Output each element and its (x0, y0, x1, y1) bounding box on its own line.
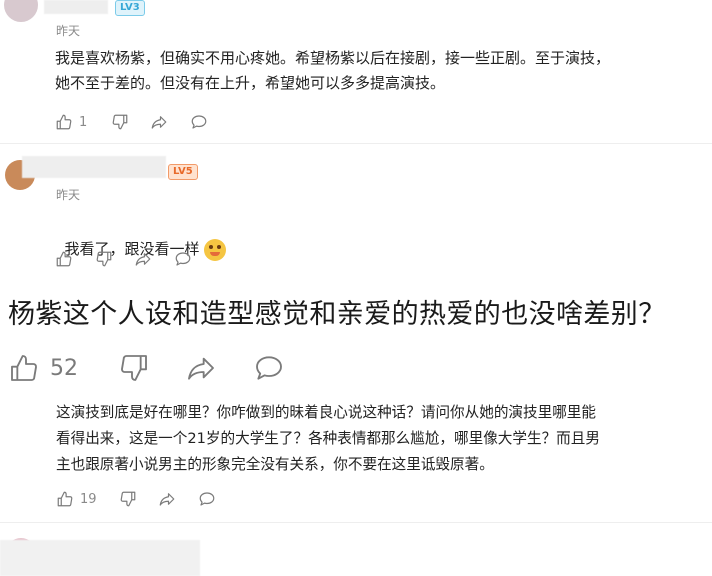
comment-icon[interactable] (252, 352, 286, 384)
like-button[interactable]: 19 (56, 490, 97, 508)
thumbs-up-icon (56, 114, 72, 130)
thumbs-down-icon[interactable] (111, 113, 129, 131)
reply-text: 这演技到底是好在哪里？你咋做到的昧着良心说这种话？请问你从她的演技里哪里能 看得… (56, 404, 600, 473)
thumbs-down-icon[interactable] (119, 490, 137, 508)
share-icon[interactable] (133, 250, 153, 268)
comment-actions (55, 250, 193, 268)
headline-actions: 52 (8, 352, 286, 384)
share-icon[interactable] (149, 113, 169, 131)
timestamp: 昨天 (56, 188, 81, 202)
avatar[interactable] (4, 0, 38, 22)
comment-icon[interactable] (189, 113, 209, 131)
comment-text: 我是喜欢杨紫，但确实不用心疼她。希望杨紫以后在接剧，接一些正剧。至于演技， 她不… (55, 49, 611, 92)
comment-icon[interactable] (173, 250, 193, 268)
like-button[interactable]: 1 (55, 113, 87, 131)
laughing-emoji (203, 238, 226, 261)
thumbs-down-icon[interactable] (95, 250, 113, 268)
post-headline: 杨紫这个人设和造型感觉和亲爱的热爱的也没啥差别？ (8, 299, 666, 330)
timestamp: 昨天 (56, 24, 81, 38)
username-redacted (0, 540, 200, 576)
share-icon[interactable] (184, 352, 218, 384)
level-badge: LV3 (115, 0, 145, 16)
more-icon[interactable]: ⋮ (704, 490, 712, 508)
thumbs-down-icon[interactable] (118, 352, 150, 384)
thumbs-up-icon (57, 491, 73, 507)
username-redacted (22, 156, 166, 178)
level-badge: LV5 (168, 164, 198, 180)
divider (0, 522, 712, 523)
comment-actions: 1 (55, 113, 209, 131)
comment-icon[interactable] (197, 490, 217, 508)
like-button[interactable]: 52 (8, 352, 78, 384)
like-count: 19 (80, 491, 97, 507)
more-icon[interactable]: ⋮ (704, 112, 712, 130)
like-count: 1 (79, 114, 88, 130)
like-count: 52 (50, 355, 78, 381)
reply-actions: 19 (56, 490, 217, 508)
thumbs-up-icon (11, 355, 37, 381)
thumbs-up-icon[interactable] (55, 250, 73, 268)
share-icon[interactable] (157, 490, 177, 508)
divider (0, 143, 712, 144)
username-redacted (44, 0, 108, 14)
